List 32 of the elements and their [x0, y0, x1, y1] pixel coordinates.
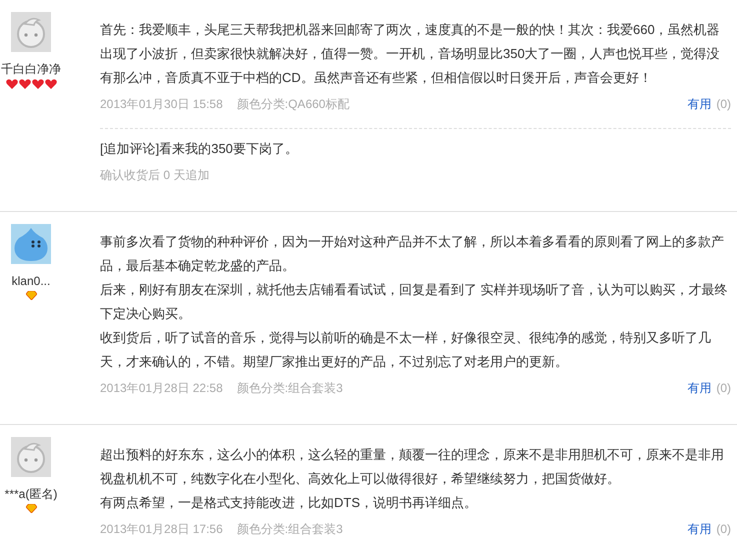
review-text: 收到货后，听了试音的音乐，觉得与以前听的确是不太一样，好像很空灵、很纯净的感觉，特别又多听了几天，才来确认的，不错。期望厂家推出更好的产品，不过别忘了对老用户的更新。 [100, 329, 712, 371]
review-text: 首先：我爱顺丰，头尾三天帮我把机器来回邮寄了两次，速度真的不是一般的快！其次：我爱660，虽然机器出现了小波折，但卖家很快就解决好，值得一赞。一开机，音场明显比350大了一圈，人声也悦耳些，觉得没有那么冲，音质真不亚于中档的CD。虽然声音还有些紧，但相信假以时日煲开后，声音会更好！ [100, 21, 721, 87]
useful-count: (0) [716, 380, 731, 397]
useful-link[interactable]: 有用 [687, 517, 712, 541]
review-date: 2013年01月30日 15:58 [100, 96, 223, 113]
heart-icon [44, 79, 56, 89]
useful-link[interactable]: 有用 [687, 92, 712, 116]
user-name: klan0... [12, 273, 50, 290]
product-variant: 颜色分类:组合套装3 [236, 521, 343, 538]
heart-icon [18, 79, 30, 89]
review-text: 事前多次看了货物的种种评价，因为一开始对这种产品并不太了解，所以本着多看看的原则看了网上的多款产品，最后基本确定乾龙盛的产品。 [100, 233, 725, 275]
useful-link[interactable]: 有用 [687, 376, 712, 400]
avatar-icon [11, 437, 51, 477]
diamond-icon [26, 504, 36, 513]
diamond-icon [26, 291, 36, 300]
review-text: 后来，刚好有朋友在深圳，就托他去店铺看看试试，回复是看到了 实样并现场听了音，认为可以购买，才最终下定决心购买。 [100, 281, 729, 323]
product-variant: 颜色分类:组合套装3 [236, 380, 343, 397]
avatar-icon [11, 224, 51, 264]
avatar-icon [11, 12, 51, 52]
review-text: 有两点希望，一是格式支持能改进，比如DTS，说明书再详细点。 [100, 494, 478, 512]
follow-up-text: [追加评论]看来我的350要下岗了。 [100, 140, 299, 158]
user-name: ***a(匿名) [4, 486, 58, 503]
review-text: 超出预料的好东东，这么小的体积，这么轻的重量，颠覆一往的理念，原来不是非用胆机不可，原来不是非用视盘机机不可，纯数字化在小型化、高效化上可以做得很好，希望继续努力，把国货做好。 [100, 446, 725, 488]
useful-count: (0) [716, 96, 731, 113]
user-name: 千白白净净 [1, 61, 61, 78]
product-variant: 颜色分类:QA660标配 [236, 96, 350, 113]
useful-count: (0) [716, 521, 731, 538]
review-date: 2013年01月28日 17:56 [100, 521, 223, 538]
review-date: 2013年01月28日 22:58 [100, 380, 223, 397]
follow-up-note: 确认收货后 0 天追加 [100, 167, 210, 184]
heart-icon [6, 79, 18, 89]
heart-icon [32, 79, 44, 89]
